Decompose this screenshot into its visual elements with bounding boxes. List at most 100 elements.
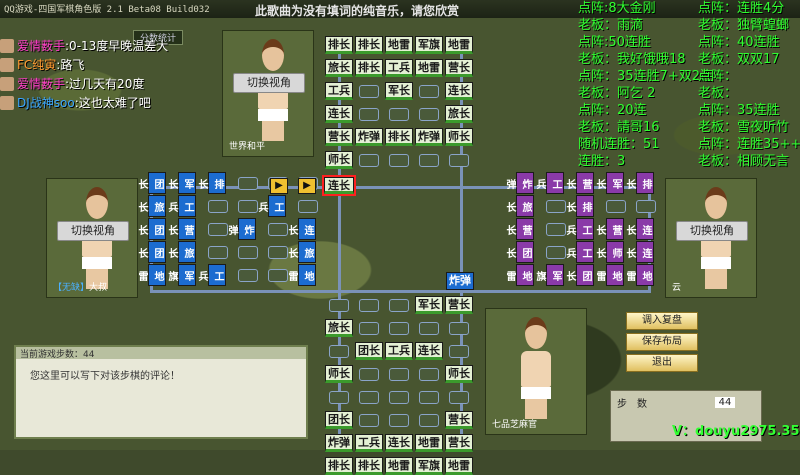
- game-piece[interactable]: 旅长: [445, 105, 473, 123]
- game-piece[interactable]: 排长: [385, 128, 413, 146]
- board-position[interactable]: [359, 368, 379, 381]
- game-piece[interactable]: 连长: [286, 218, 316, 240]
- board-position[interactable]: [389, 391, 409, 404]
- board-position[interactable]: [359, 414, 379, 427]
- game-piece[interactable]: 营长: [325, 128, 353, 146]
- game-piece[interactable]: 地雷: [624, 264, 654, 286]
- game-piece[interactable]: 团长: [504, 241, 534, 263]
- board-position[interactable]: [636, 200, 656, 213]
- board-position[interactable]: [359, 85, 379, 98]
- game-piece[interactable]: 连长: [325, 105, 353, 123]
- game-piece[interactable]: 炸弹: [415, 128, 443, 146]
- game-piece[interactable]: 营长: [445, 434, 473, 452]
- game-piece[interactable]: 地雷: [415, 434, 443, 452]
- game-piece[interactable]: 师长: [325, 365, 353, 383]
- game-piece[interactable]: 旅长: [166, 241, 196, 263]
- game-piece[interactable]: 工兵: [196, 264, 226, 286]
- game-piece[interactable]: 炸弹: [446, 272, 474, 290]
- board-position[interactable]: [359, 108, 379, 121]
- save-layout-button[interactable]: 保存布局: [626, 333, 698, 351]
- board-position[interactable]: [359, 391, 379, 404]
- board-position[interactable]: [389, 299, 409, 312]
- game-piece[interactable]: 师长: [325, 151, 353, 169]
- game-piece[interactable]: 营长: [166, 218, 196, 240]
- game-piece[interactable]: 营长: [445, 296, 473, 314]
- board-position[interactable]: [419, 322, 439, 335]
- board-position[interactable]: [359, 299, 379, 312]
- game-piece[interactable]: 连长: [445, 82, 473, 100]
- game-piece[interactable]: 旅长: [325, 319, 353, 337]
- game-piece[interactable]: 工兵: [355, 434, 383, 452]
- board-position[interactable]: [419, 154, 439, 167]
- game-piece[interactable]: 地雷: [415, 59, 443, 77]
- board-position[interactable]: [359, 322, 379, 335]
- game-piece[interactable]: 师长: [445, 365, 473, 383]
- game-piece[interactable]: 地雷: [445, 457, 473, 475]
- game-piece[interactable]: 团长: [325, 411, 353, 429]
- game-piece[interactable]: 排长: [564, 195, 594, 217]
- exit-button[interactable]: 退出: [626, 354, 698, 372]
- board-position[interactable]: [419, 368, 439, 381]
- board-position[interactable]: [449, 391, 469, 404]
- game-piece[interactable]: 排长: [355, 36, 383, 54]
- board-position[interactable]: [389, 108, 409, 121]
- board-position[interactable]: [389, 414, 409, 427]
- game-piece[interactable]: 旅长: [325, 59, 353, 77]
- game-piece[interactable]: 排长: [624, 172, 654, 194]
- game-piece[interactable]: 师长: [445, 128, 473, 146]
- board-position[interactable]: [449, 154, 469, 167]
- board-position[interactable]: [389, 322, 409, 335]
- game-piece[interactable]: 团长: [355, 342, 383, 360]
- game-piece[interactable]: 炸弹: [355, 128, 383, 146]
- game-piece[interactable]: 营长: [445, 411, 473, 429]
- game-piece[interactable]: 连长: [624, 218, 654, 240]
- board-position[interactable]: [238, 177, 258, 190]
- game-piece[interactable]: 工兵: [385, 342, 413, 360]
- game-piece[interactable]: 工兵: [256, 195, 286, 217]
- game-piece[interactable]: 地雷: [286, 264, 316, 286]
- board-position[interactable]: [389, 154, 409, 167]
- board-position[interactable]: [419, 391, 439, 404]
- board-position[interactable]: [238, 246, 258, 259]
- board-position[interactable]: [449, 322, 469, 335]
- board-position[interactable]: [329, 299, 349, 312]
- board-position[interactable]: [329, 345, 349, 358]
- board-position[interactable]: [419, 108, 439, 121]
- game-piece[interactable]: 军旗: [415, 36, 443, 54]
- comment-input[interactable]: 您这里可以写下对该步棋的评论！: [30, 367, 180, 382]
- game-piece[interactable]: 排长: [355, 457, 383, 475]
- game-piece[interactable]: 连长: [322, 175, 356, 196]
- board-position[interactable]: [329, 391, 349, 404]
- game-piece[interactable]: 营长: [445, 59, 473, 77]
- board-position[interactable]: [419, 85, 439, 98]
- step-value[interactable]: 44: [715, 397, 735, 408]
- board-position[interactable]: [359, 154, 379, 167]
- game-piece[interactable]: 工兵: [385, 59, 413, 77]
- game-piece[interactable]: 旅长: [504, 195, 534, 217]
- game-piece[interactable]: 工兵: [325, 82, 353, 100]
- board-position[interactable]: [606, 200, 626, 213]
- game-piece[interactable]: 军旗: [415, 457, 443, 475]
- game-piece[interactable]: 排长: [196, 172, 226, 194]
- game-piece[interactable]: 排长: [325, 36, 353, 54]
- game-piece[interactable]: 军长: [415, 296, 443, 314]
- game-piece[interactable]: 地雷: [445, 36, 473, 54]
- game-piece[interactable]: 连长: [415, 342, 443, 360]
- game-piece[interactable]: 地雷: [385, 36, 413, 54]
- board-position[interactable]: [238, 269, 258, 282]
- board-position[interactable]: [298, 200, 318, 213]
- game-piece[interactable]: 地雷: [385, 457, 413, 475]
- game-piece[interactable]: 排长: [355, 59, 383, 77]
- board-position[interactable]: [208, 200, 228, 213]
- board-position[interactable]: [449, 345, 469, 358]
- game-piece[interactable]: 旅长: [286, 241, 316, 263]
- game-piece[interactable]: 炸弹: [325, 434, 353, 452]
- game-piece[interactable]: 炸弹: [226, 218, 256, 240]
- load-replay-button[interactable]: 调入复盘: [626, 312, 698, 330]
- board-position[interactable]: [389, 368, 409, 381]
- board-position[interactable]: [208, 246, 228, 259]
- game-piece[interactable]: 连长: [385, 434, 413, 452]
- game-piece[interactable]: 连长: [624, 241, 654, 263]
- game-piece[interactable]: 营长: [504, 218, 534, 240]
- game-piece[interactable]: 军长: [385, 82, 413, 100]
